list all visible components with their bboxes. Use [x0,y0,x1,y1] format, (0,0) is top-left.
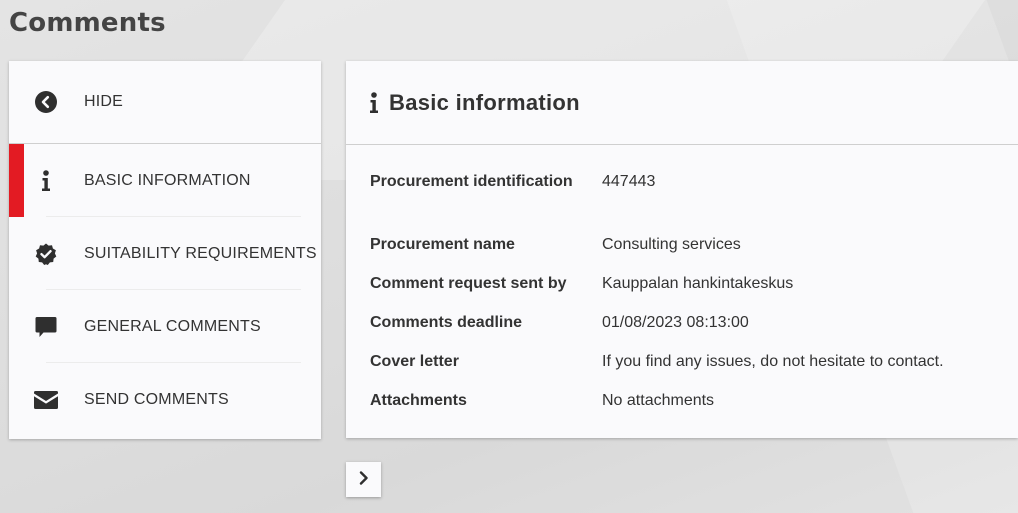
chevron-left-circle-icon [34,90,58,114]
sidebar-item-send-comments[interactable]: SEND COMMENTS [9,363,321,436]
active-marker [9,144,24,217]
sidebar: HIDE BASIC INFORMATION SUITABILITY REQUI… [9,61,321,439]
sidebar-item-label: BASIC INFORMATION [84,171,251,189]
info-label: Comments deadline [370,314,523,331]
info-icon [34,169,58,193]
info-value: Consulting services [602,236,741,253]
info-label: Procurement name [370,236,515,253]
comment-icon [34,315,58,339]
next-button[interactable] [346,462,381,497]
chevron-right-icon [358,470,370,489]
panel-header: Basic information [346,61,1018,145]
info-label: Attachments [370,392,467,409]
sidebar-item-label: SEND COMMENTS [84,390,229,408]
info-label: Cover letter [370,353,459,370]
info-value: No attachments [602,392,715,409]
sidebar-item-general-comments[interactable]: GENERAL COMMENTS [9,290,321,363]
info-value: 01/08/2023 08:13:00 [602,314,749,331]
basic-information-panel: Basic information Procurement identifica… [346,61,1018,438]
info-value: 447443 [602,173,656,190]
badge-check-icon [34,242,58,266]
sidebar-item-label: SUITABILITY REQUIREMENTS [84,244,317,262]
info-icon [368,91,380,119]
page-title: Comments [9,8,166,38]
info-value: Kauppalan hankintakeskus [602,275,794,292]
sidebar-item-suitability-requirements[interactable]: SUITABILITY REQUIREMENTS [9,217,321,290]
info-label: Comment request sent by [370,275,567,292]
info-label: Procurement identification [370,173,573,190]
panel-title: Basic information [389,90,580,115]
sidebar-item-label: GENERAL COMMENTS [84,317,261,335]
envelope-icon [34,388,58,412]
sidebar-item-label: HIDE [84,93,124,110]
sidebar-item-basic-information[interactable]: BASIC INFORMATION [9,144,321,217]
sidebar-item-hide[interactable]: HIDE [9,61,321,144]
info-value: If you find any issues, do not hesitate … [602,353,944,370]
